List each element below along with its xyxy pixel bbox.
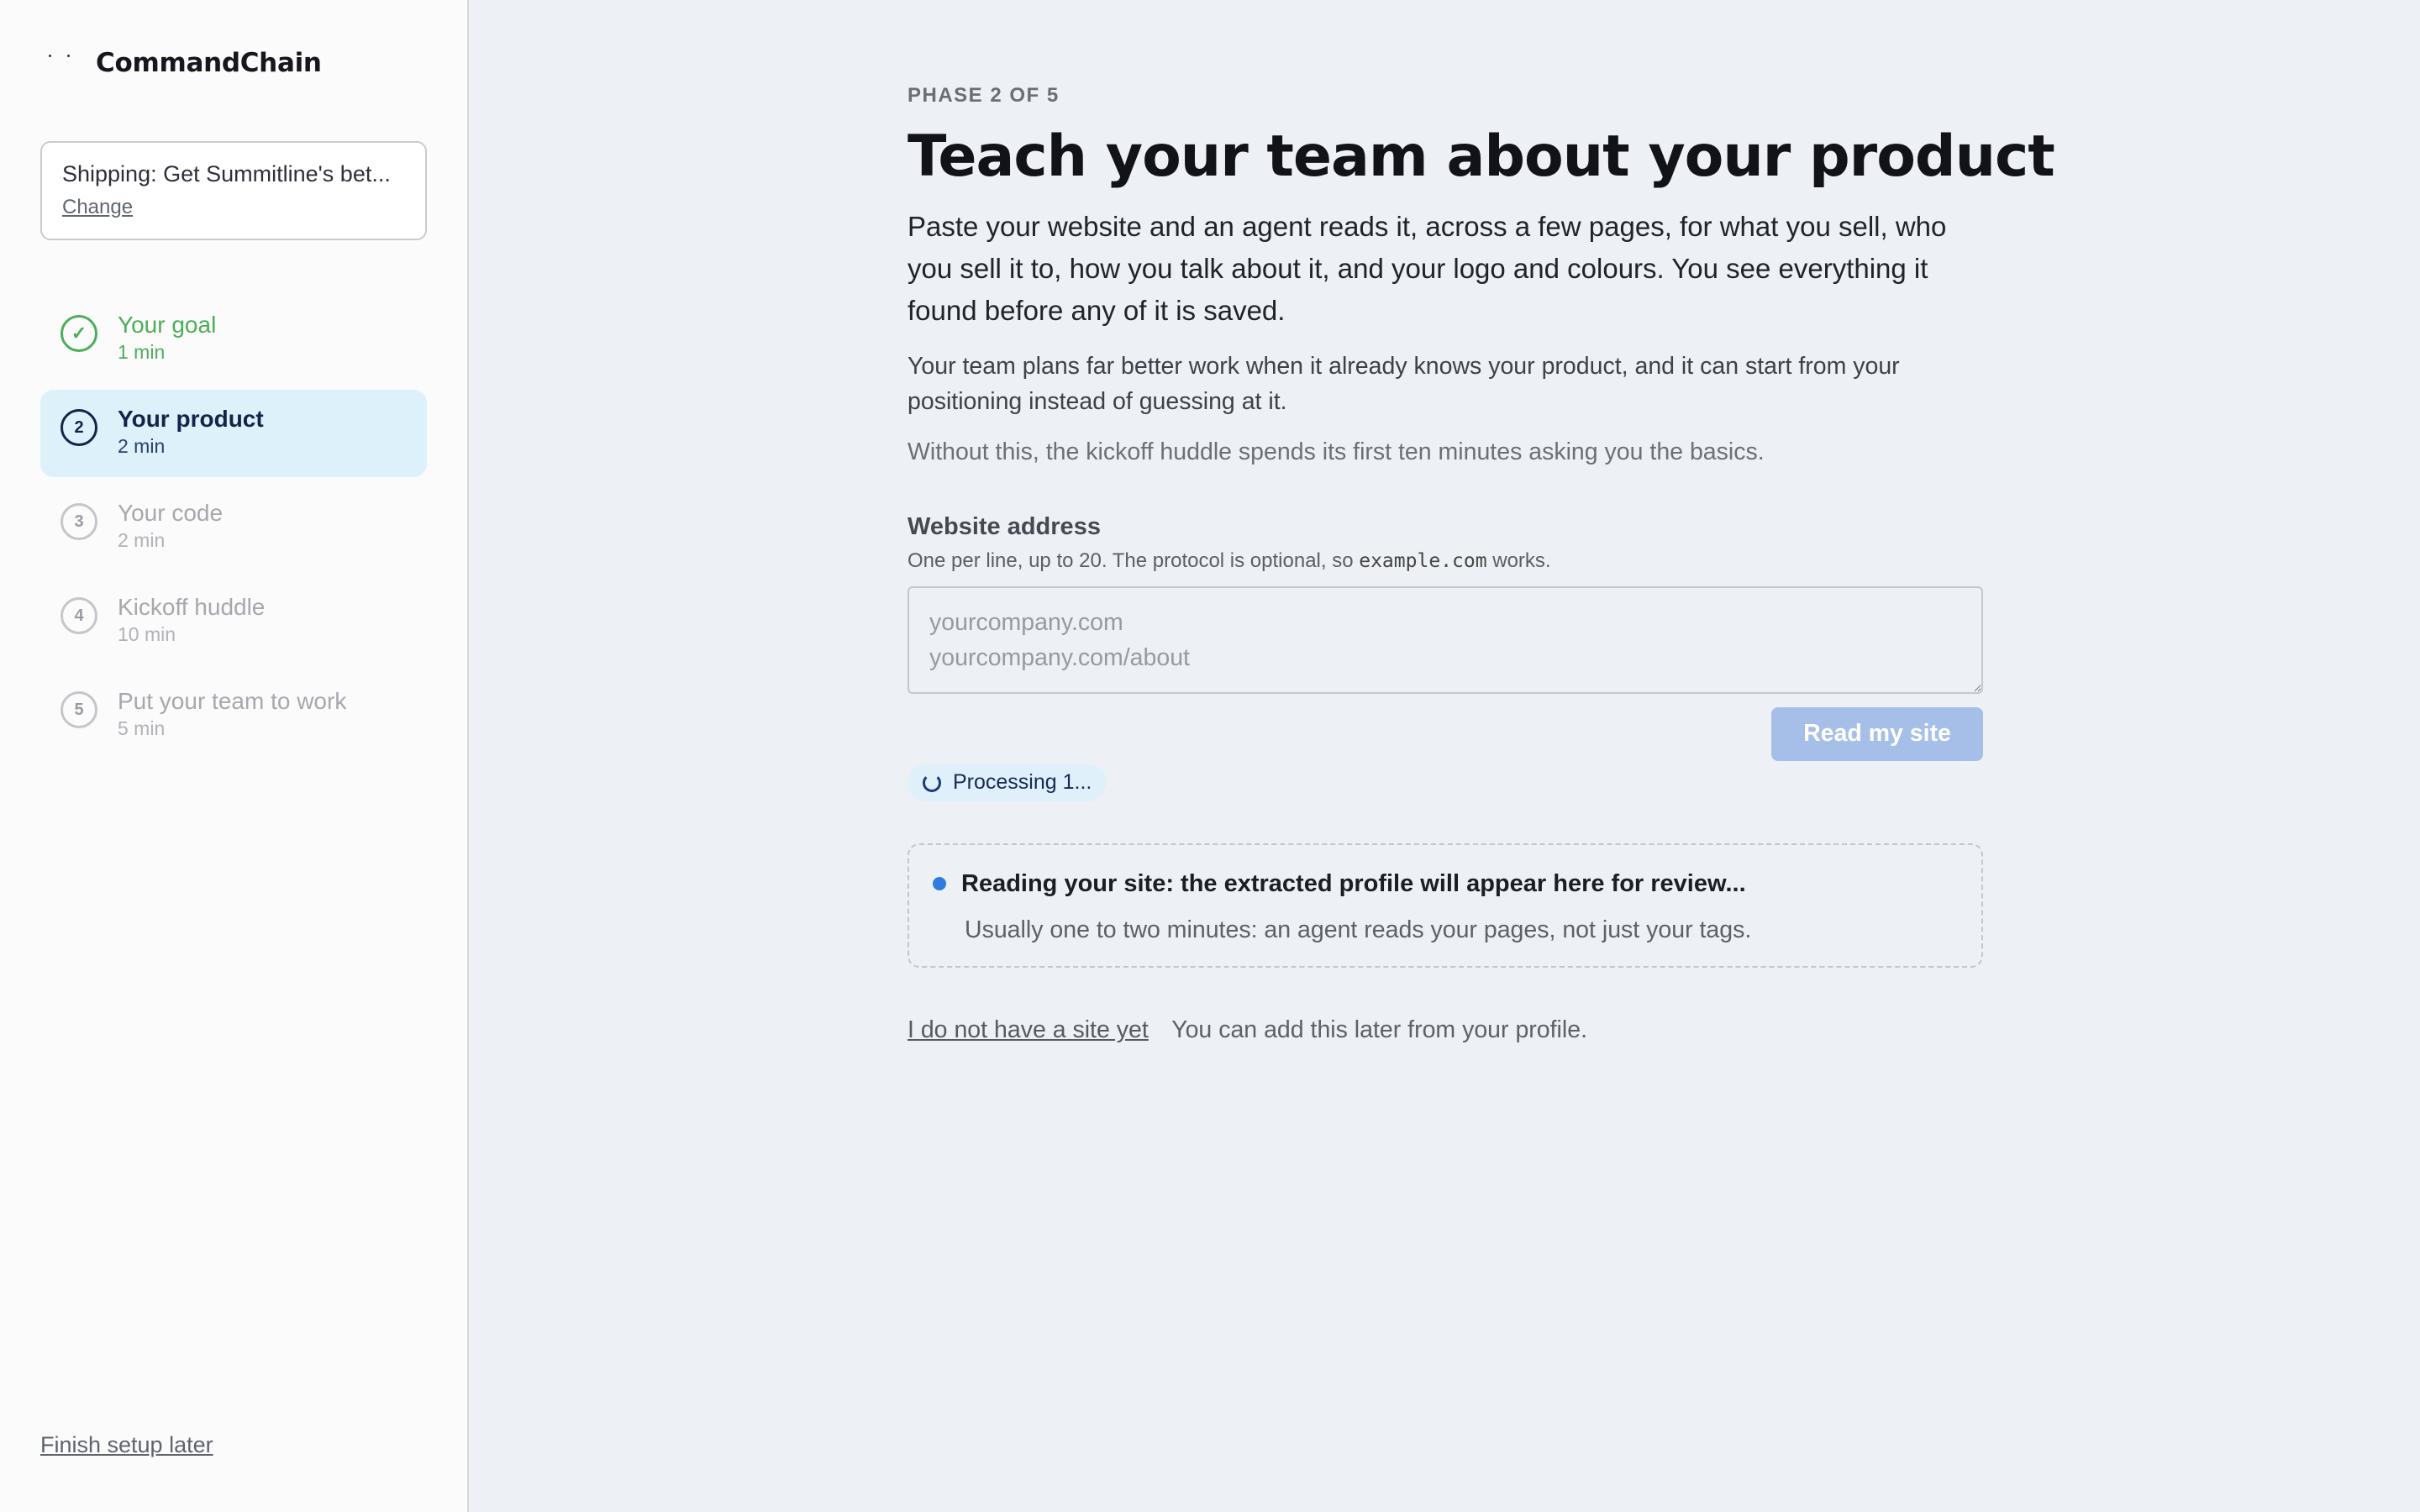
- extraction-review-panel: Reading your site: the extracted profile…: [908, 843, 1983, 968]
- step-duration: 2 min: [118, 435, 166, 457]
- step-duration: 1 min: [118, 341, 166, 363]
- page-title: Teach your team about your product: [908, 123, 2055, 190]
- check-icon: ✓: [60, 315, 97, 352]
- website-field-help: One per line, up to 20. The protocol is …: [908, 549, 1551, 572]
- example-domain: example.com: [1359, 549, 1487, 572]
- step-your-code: 3 Your code 2 min: [40, 484, 427, 571]
- step-label: Your code: [118, 500, 224, 526]
- read-my-site-button[interactable]: Read my site: [1771, 706, 1983, 761]
- website-field-label: Website address: [908, 512, 1101, 540]
- status-dot-icon: [933, 877, 946, 891]
- no-site-note: You can add this later from your profile…: [1171, 1016, 1587, 1043]
- step-duration: 2 min: [118, 529, 166, 551]
- app-name: CommandChain: [96, 48, 322, 78]
- review-title: Reading your site: the extracted profile…: [961, 869, 1746, 897]
- step-put-team-to-work: 5 Put your team to work 5 min: [40, 672, 427, 759]
- step-number: 5: [60, 691, 97, 728]
- step-your-goal[interactable]: ✓ Your goal 1 min: [40, 296, 427, 383]
- review-subtitle: Usually one to two minutes: an agent rea…: [965, 916, 1752, 943]
- finish-setup-later-link[interactable]: Finish setup later: [40, 1432, 213, 1458]
- main-content: PHASE 2 OF 5 Teach your team about your …: [469, 0, 2420, 1512]
- spinner-icon: [923, 773, 941, 792]
- processing-text: Processing 1...: [953, 770, 1092, 795]
- logo-icon: [40, 45, 77, 81]
- benefit-paragraph: Your team plans far better work when it …: [908, 352, 1900, 415]
- brand: CommandChain: [40, 0, 427, 126]
- step-duration: 5 min: [118, 717, 166, 739]
- warning-paragraph: Without this, the kickoff huddle spends …: [908, 438, 1765, 465]
- phase-indicator: PHASE 2 OF 5: [908, 84, 1060, 107]
- website-address-input[interactable]: [908, 585, 1983, 694]
- setup-steps: ✓ Your goal 1 min 2 Your product 2 min 3…: [40, 296, 427, 759]
- step-number: 4: [60, 597, 97, 634]
- goal-summary: Shipping: Get Summitline's bet... Change: [40, 141, 427, 240]
- sidebar: CommandChain Shipping: Get Summitline's …: [0, 0, 469, 1512]
- step-number: 3: [60, 503, 97, 540]
- no-site-row: I do not have a site yet You can add thi…: [908, 1016, 2420, 1044]
- step-your-product[interactable]: 2 Your product 2 min: [40, 390, 427, 477]
- lead-paragraph: Paste your website and an agent reads it…: [908, 210, 1947, 326]
- step-label: Your goal: [118, 312, 217, 338]
- app-shell: CommandChain Shipping: Get Summitline's …: [0, 0, 2420, 1512]
- step-label: Put your team to work: [118, 688, 347, 714]
- step-kickoff-huddle: 4 Kickoff huddle 10 min: [40, 578, 427, 665]
- no-site-yet-link[interactable]: I do not have a site yet: [908, 1016, 1149, 1043]
- step-label: Kickoff huddle: [118, 594, 266, 620]
- step-label: Your product: [118, 406, 264, 432]
- goal-text: Shipping: Get Summitline's bet...: [62, 161, 391, 186]
- step-number: 2: [60, 409, 97, 446]
- processing-badge: Processing 1...: [908, 764, 1107, 801]
- step-duration: 10 min: [118, 623, 176, 645]
- change-goal-link[interactable]: Change: [62, 196, 133, 219]
